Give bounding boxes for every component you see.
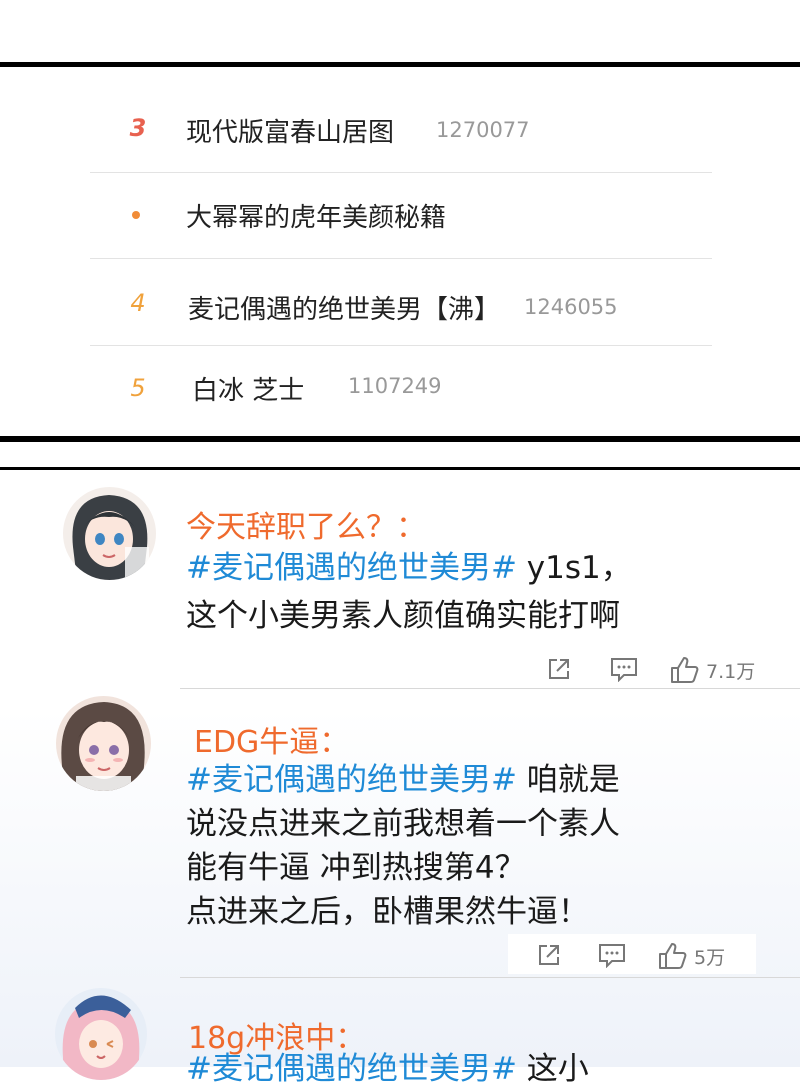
- avatar[interactable]: [55, 988, 147, 1080]
- thumbs-up-icon: [671, 657, 699, 683]
- comment-actions: 5万: [508, 934, 756, 974]
- comment-actions: 7.1万: [530, 648, 770, 688]
- comment-button[interactable]: [598, 942, 626, 968]
- comment-text: 咱就是: [516, 762, 620, 798]
- hot-topic-title[interactable]: 大幂幂的虎年美颜秘籍: [186, 197, 446, 234]
- hot-topic-count: 1270077: [436, 118, 530, 142]
- like-button[interactable]: 5万: [658, 942, 725, 970]
- hot-list-item[interactable]: 3 现代版富春山居图 1270077: [90, 88, 712, 173]
- share-button[interactable]: [546, 656, 572, 682]
- comment-icon: [599, 944, 625, 968]
- hot-list-item[interactable]: 4 麦记偶遇的绝世美男【沸】 1246055: [90, 259, 712, 346]
- share-icon: [539, 945, 559, 965]
- hot-topic-count: 1107249: [348, 374, 442, 398]
- comment-hashtag[interactable]: #麦记偶遇的绝世美男#: [186, 762, 517, 798]
- avatar[interactable]: [63, 487, 156, 580]
- comment-hashtag[interactable]: #麦记偶遇的绝世美男#: [186, 550, 517, 586]
- comment-first-line: #麦记偶遇的绝世美男# 这小: [186, 1050, 589, 1088]
- comment-first-line: #麦记偶遇的绝世美男# 咱就是: [186, 761, 620, 799]
- avatar[interactable]: [56, 696, 151, 791]
- thumbs-up-icon: [659, 943, 687, 969]
- comment-button[interactable]: [610, 656, 638, 682]
- comment-text: y1s1，: [516, 550, 632, 586]
- rank-number: 4: [130, 289, 146, 317]
- hot-list-item[interactable]: 5 白冰 芝士 1107249: [90, 346, 712, 426]
- comment-divider: [180, 977, 800, 978]
- share-icon: [549, 659, 569, 679]
- hot-topic-title[interactable]: 麦记偶遇的绝世美男【沸】: [188, 289, 500, 326]
- like-count: 5万: [694, 946, 726, 969]
- hot-list-item[interactable]: 大幂幂的虎年美颜秘籍: [90, 173, 712, 259]
- comment-first-line: #麦记偶遇的绝世美男# y1s1，: [186, 549, 632, 587]
- comment-text: 这小: [516, 1051, 589, 1087]
- rank-number: 3: [129, 114, 147, 142]
- comment-divider: [180, 688, 800, 689]
- hot-topic-title[interactable]: 现代版富春山居图: [186, 112, 394, 149]
- panel-border-bottom: [0, 436, 800, 442]
- comment-text: 点进来之后，卧槽果然牛逼！: [186, 894, 589, 930]
- hot-topic-count: 1246055: [524, 295, 618, 319]
- comment-username[interactable]: EDG牛逼：: [194, 717, 349, 761]
- comment-text: 能有牛逼 冲到热搜第4？: [186, 850, 526, 886]
- share-button[interactable]: [536, 942, 562, 968]
- comment-text: 说没点进来之前我想着一个素人: [186, 806, 620, 842]
- like-button[interactable]: 7.1万: [670, 656, 755, 684]
- comment-icon: [611, 658, 637, 682]
- like-count: 7.1万: [706, 660, 756, 683]
- promoted-dot-icon: [132, 211, 140, 219]
- top-frame-border: [0, 62, 800, 67]
- rank-number: 5: [130, 374, 146, 402]
- comment-text: 这个小美男素人颜值确实能打啊: [186, 598, 620, 634]
- comment-username[interactable]: 今天辞职了么？：: [186, 502, 426, 546]
- comment-hashtag[interactable]: #麦记偶遇的绝世美男#: [186, 1051, 517, 1087]
- hot-topic-title[interactable]: 白冰 芝士: [192, 370, 304, 407]
